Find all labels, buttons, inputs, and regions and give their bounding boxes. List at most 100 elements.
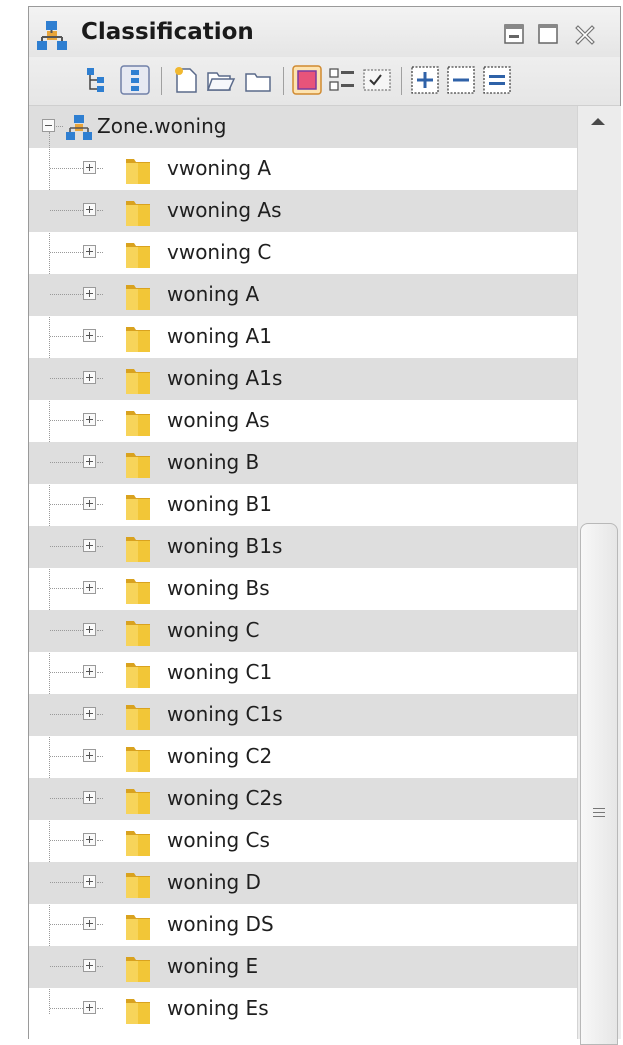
folder-icon: [126, 369, 150, 394]
folder-icon: [126, 201, 150, 226]
checkbox-view-icon[interactable]: [362, 65, 392, 95]
tree-item[interactable]: woning A1s: [29, 358, 577, 400]
expand-icon[interactable]: [83, 287, 96, 300]
vertical-scrollbar[interactable]: [577, 106, 621, 1045]
classification-tree-icon: [66, 115, 92, 140]
tree-item-label: woning D: [167, 870, 261, 894]
tree-item[interactable]: vwoning C: [29, 232, 577, 274]
equal-icon[interactable]: [482, 65, 512, 95]
folder-icon: [126, 789, 150, 814]
tree-item[interactable]: woning DS: [29, 904, 577, 946]
expand-icon[interactable]: [83, 749, 96, 762]
tree-item-label: woning E: [167, 954, 259, 978]
tree-item[interactable]: woning C2s: [29, 778, 577, 820]
folder-icon: [126, 663, 150, 688]
tree-item[interactable]: woning B1: [29, 484, 577, 526]
expand-all-icon[interactable]: [410, 65, 440, 95]
tree-item[interactable]: woning C: [29, 610, 577, 652]
minimize-icon[interactable]: [503, 23, 525, 45]
hierarchy-view-icon[interactable]: [84, 65, 114, 95]
expand-icon[interactable]: [83, 917, 96, 930]
classification-tree: Zone.woning vwoning A vwoning As vwoning C…: [29, 106, 577, 1039]
maximize-icon[interactable]: [537, 23, 559, 45]
tree-item-label: woning C2s: [167, 786, 283, 810]
tree-item-label: woning C2: [167, 744, 273, 768]
panel-title: Classification: [81, 19, 254, 45]
tree-item[interactable]: woning As: [29, 400, 577, 442]
expand-icon[interactable]: [83, 623, 96, 636]
open-folder-icon[interactable]: [206, 65, 236, 95]
tree-item[interactable]: woning B1s: [29, 526, 577, 568]
expand-icon[interactable]: [83, 455, 96, 468]
tree-root-label: Zone.woning: [97, 114, 227, 138]
tree-item-label: woning A1: [167, 324, 272, 348]
tree-item-label: woning B1: [167, 492, 272, 516]
grip-icon: [593, 808, 605, 820]
tree-item-label: woning C: [167, 618, 260, 642]
tree-item[interactable]: woning C1s: [29, 694, 577, 736]
expand-icon[interactable]: [83, 245, 96, 258]
expand-icon[interactable]: [83, 581, 96, 594]
tree-item[interactable]: woning A: [29, 274, 577, 316]
tree-item[interactable]: woning D: [29, 862, 577, 904]
tree-item-label: woning C1: [167, 660, 273, 684]
expand-icon[interactable]: [83, 371, 96, 384]
expand-icon[interactable]: [83, 959, 96, 972]
expand-icon[interactable]: [83, 791, 96, 804]
folder-icon: [126, 621, 150, 646]
folder-icon: [126, 873, 150, 898]
tree-item-label: woning A: [167, 282, 260, 306]
list-view-icon[interactable]: [327, 65, 357, 95]
expand-icon[interactable]: [83, 539, 96, 552]
folder-icon: [126, 495, 150, 520]
folder-icon: [126, 285, 150, 310]
folder-icon: [126, 999, 150, 1024]
folder-icon: [126, 159, 150, 184]
tree-item-label: woning DS: [167, 912, 274, 936]
collapse-all-icon[interactable]: [446, 65, 476, 95]
tree-item[interactable]: woning C2: [29, 736, 577, 778]
tree-root-row[interactable]: Zone.woning: [29, 106, 577, 148]
folder-icon: [126, 747, 150, 772]
expand-icon[interactable]: [83, 1001, 96, 1014]
expand-icon[interactable]: [83, 833, 96, 846]
flat-view-icon[interactable]: [120, 65, 150, 95]
expand-icon[interactable]: [83, 161, 96, 174]
expand-icon[interactable]: [83, 497, 96, 510]
panel-toolbar: [29, 57, 620, 106]
tree-item[interactable]: woning Es: [29, 988, 577, 1030]
folder-icon: [126, 579, 150, 604]
tree-item-label: woning Cs: [167, 828, 270, 852]
tree-item-label: woning Bs: [167, 576, 270, 600]
expand-icon[interactable]: [83, 329, 96, 342]
new-document-icon[interactable]: [171, 65, 201, 95]
tree-item[interactable]: woning C1: [29, 652, 577, 694]
folder-icon: [126, 537, 150, 562]
expand-icon[interactable]: [83, 875, 96, 888]
folder-icon: [126, 327, 150, 352]
tree-item[interactable]: vwoning As: [29, 190, 577, 232]
expand-icon[interactable]: [83, 665, 96, 678]
scrollbar-thumb[interactable]: [580, 523, 618, 1045]
folder-icon: [126, 957, 150, 982]
expand-icon[interactable]: [83, 203, 96, 216]
tree-item[interactable]: woning Bs: [29, 568, 577, 610]
tree-item-label: woning B: [167, 450, 260, 474]
expand-icon[interactable]: [83, 707, 96, 720]
tree-item-label: woning A1s: [167, 366, 283, 390]
scroll-up-arrow-icon[interactable]: [591, 118, 605, 125]
close-icon[interactable]: [574, 23, 596, 45]
folder-icon[interactable]: [243, 65, 273, 95]
tree-item[interactable]: woning A1: [29, 316, 577, 358]
folder-icon: [126, 453, 150, 478]
color-view-icon[interactable]: [292, 65, 322, 95]
expand-icon[interactable]: [83, 413, 96, 426]
tree-item[interactable]: woning B: [29, 442, 577, 484]
classification-tree-icon: [37, 21, 67, 50]
tree-item-label: woning B1s: [167, 534, 283, 558]
tree-item[interactable]: woning Cs: [29, 820, 577, 862]
tree-item-label: vwoning As: [167, 198, 282, 222]
tree-item[interactable]: vwoning A: [29, 148, 577, 190]
collapse-icon[interactable]: [42, 119, 55, 132]
tree-item[interactable]: woning E: [29, 946, 577, 988]
